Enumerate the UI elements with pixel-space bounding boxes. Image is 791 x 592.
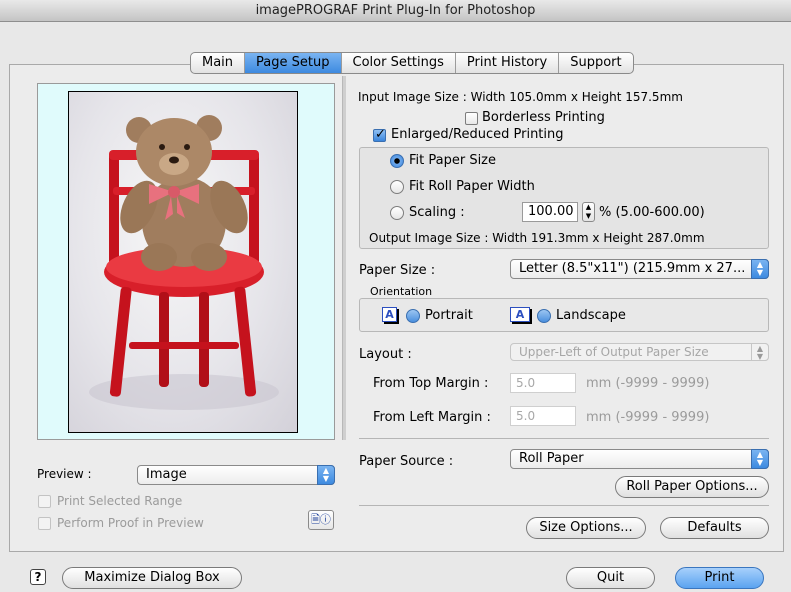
quit-button[interactable]: Quit — [566, 567, 655, 589]
top-margin-range: mm (-9999 - 9999) — [586, 376, 710, 391]
paper-size-select[interactable]: Letter (8.5"x11") (215.9mm x 27... ▲ ▼ — [510, 259, 769, 279]
tab-main[interactable]: Main — [191, 53, 246, 73]
layout-select[interactable]: Upper-Left of Output Paper Size ▲ ▼ — [510, 343, 769, 361]
teddy-bear-chair-illustration — [89, 115, 279, 410]
paper-size-label: Paper Size : — [359, 263, 436, 278]
select-arrows-icon: ▲ ▼ — [317, 465, 335, 485]
divider — [359, 438, 769, 439]
paper-source-select[interactable]: Roll Paper ▲ ▼ — [510, 449, 769, 469]
scaling-radio[interactable] — [390, 206, 404, 220]
fit-paper-size-radio[interactable] — [390, 154, 404, 168]
borderless-printing-label: Borderless Printing — [482, 110, 605, 125]
divider — [359, 505, 769, 506]
tab-color-settings[interactable]: Color Settings — [342, 53, 456, 73]
left-margin-input[interactable]: 5.0 — [510, 406, 576, 426]
fit-roll-paper-width-radio[interactable] — [390, 180, 404, 194]
left-margin-range: mm (-9999 - 9999) — [586, 410, 710, 425]
print-button[interactable]: Print — [675, 567, 764, 589]
scaling-label: Scaling : — [409, 205, 465, 220]
top-margin-label: From Top Margin : — [373, 376, 489, 391]
enlarged-reduced-label: Enlarged/Reduced Printing — [391, 127, 564, 142]
layout-value: Upper-Left of Output Paper Size — [519, 345, 709, 359]
preview-select[interactable]: Image ▲ ▼ — [137, 465, 335, 485]
input-image-size: Input Image Size : Width 105.0mm x Heigh… — [358, 90, 683, 104]
portrait-label: Portrait — [425, 308, 473, 323]
tab-print-history[interactable]: Print History — [456, 53, 560, 73]
paper-source-label: Paper Source : — [359, 454, 454, 469]
scaling-range: % (5.00-600.00) — [599, 205, 705, 220]
top-margin-input[interactable]: 5.0 — [510, 373, 576, 393]
tab-page-setup[interactable]: Page Setup — [245, 53, 342, 73]
preview-image — [68, 91, 298, 433]
portrait-radio[interactable] — [406, 309, 420, 323]
landscape-icon: A — [510, 307, 530, 322]
select-arrows-icon: ▲ ▼ — [751, 449, 769, 469]
maximize-dialog-button[interactable]: Maximize Dialog Box — [62, 567, 242, 589]
window-title: imagePROGRAF Print Plug-In for Photoshop — [0, 0, 791, 22]
tab-support[interactable]: Support — [559, 53, 632, 73]
proof-info-icon[interactable]: 🗎ⓘ — [308, 510, 334, 530]
output-image-size: Output Image Size : Width 191.3mm x Heig… — [369, 231, 705, 245]
roll-paper-options-button[interactable]: Roll Paper Options... — [615, 476, 769, 498]
enlarged-reduced-checkbox[interactable] — [373, 127, 386, 142]
print-selected-range-label: Print Selected Range — [57, 494, 183, 508]
help-icon[interactable]: ? — [30, 569, 46, 585]
tab-bar: Main Page Setup Color Settings Print His… — [190, 52, 634, 74]
select-arrows-icon: ▲ ▼ — [751, 343, 769, 361]
orientation-label: Orientation — [370, 285, 433, 298]
print-selected-range-checkbox[interactable] — [38, 495, 51, 508]
portrait-icon: A — [382, 307, 397, 322]
preview-pane — [37, 83, 335, 440]
scaling-stepper[interactable]: ▲ ▼ — [582, 202, 595, 222]
fit-roll-paper-width-label: Fit Roll Paper Width — [409, 179, 535, 194]
landscape-label: Landscape — [556, 308, 626, 323]
paper-size-value: Letter (8.5"x11") (215.9mm x 27... — [519, 261, 746, 276]
pane-splitter[interactable] — [342, 76, 346, 440]
defaults-button[interactable]: Defaults — [660, 517, 769, 539]
borderless-printing-checkbox[interactable] — [465, 112, 478, 125]
perform-proof-checkbox[interactable] — [38, 517, 51, 530]
select-arrows-icon: ▲ ▼ — [751, 259, 769, 279]
preview-label: Preview : — [37, 467, 92, 481]
landscape-radio[interactable] — [537, 309, 551, 323]
left-margin-label: From Left Margin : — [373, 410, 491, 425]
fit-paper-size-label: Fit Paper Size — [409, 153, 497, 168]
scaling-input[interactable]: 100.00 — [522, 202, 578, 222]
paper-source-value: Roll Paper — [519, 451, 584, 466]
layout-label: Layout : — [359, 347, 412, 362]
perform-proof-label: Perform Proof in Preview — [57, 516, 204, 530]
size-options-button[interactable]: Size Options... — [526, 517, 646, 539]
preview-select-value: Image — [146, 467, 187, 482]
